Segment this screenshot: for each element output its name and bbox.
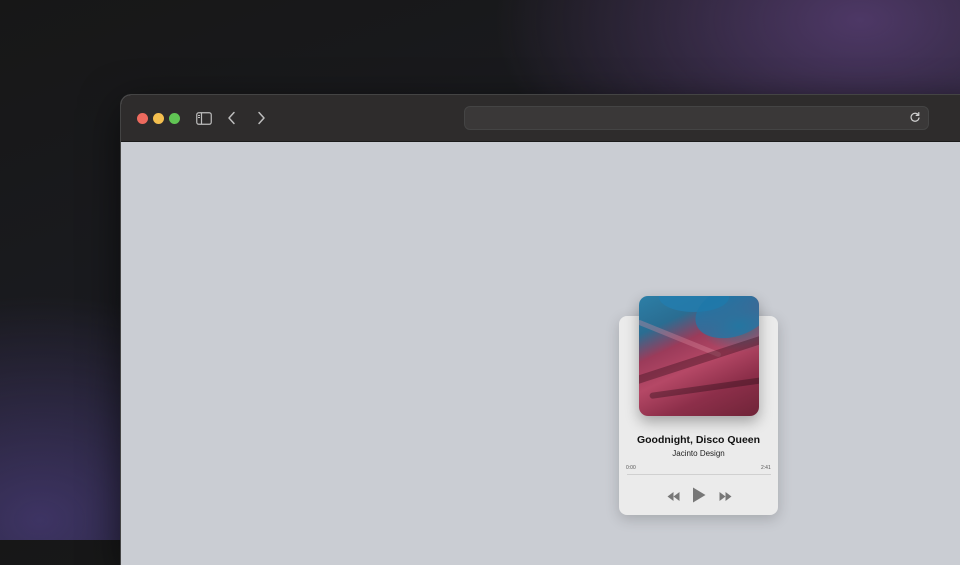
browser-window: Goodnight, Disco Queen Jacinto Design 0:… (121, 95, 960, 565)
close-window-button[interactable] (137, 113, 148, 124)
address-bar[interactable] (464, 106, 929, 130)
chevron-right-icon[interactable] (250, 108, 272, 128)
maximize-window-button[interactable] (169, 113, 180, 124)
time-elapsed: 0:00 (626, 465, 636, 471)
artist-name: Jacinto Design (672, 449, 725, 458)
play-icon[interactable] (691, 486, 707, 504)
sidebar-icon[interactable] (193, 108, 215, 128)
reload-icon[interactable] (909, 111, 923, 125)
song-title: Goodnight, Disco Queen (636, 434, 761, 446)
address-input[interactable] (473, 109, 897, 127)
progress-bar[interactable] (627, 474, 771, 475)
rewind-icon[interactable] (666, 489, 680, 503)
browser-toolbar (121, 95, 960, 142)
minimize-window-button[interactable] (153, 113, 164, 124)
fast-forward-icon[interactable] (718, 489, 732, 503)
album-artwork (639, 296, 759, 416)
chevron-left-icon[interactable] (221, 108, 243, 128)
time-total: 2:41 (761, 465, 771, 471)
